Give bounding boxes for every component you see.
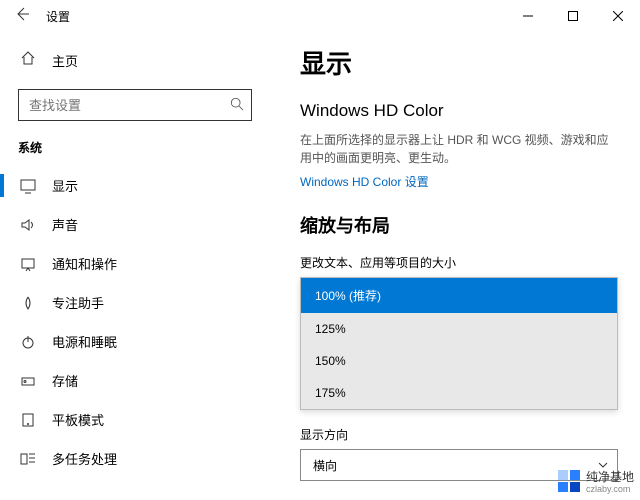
multitask-icon (20, 451, 36, 467)
back-icon[interactable] (14, 6, 30, 27)
sidebar-item-notifications[interactable]: 通知和操作 (0, 244, 270, 283)
sidebar-item-storage[interactable]: 存储 (0, 361, 270, 400)
scale-option-150[interactable]: 150% (301, 345, 617, 377)
power-icon (20, 334, 36, 350)
tablet-icon (20, 412, 36, 428)
scale-dropdown[interactable]: 100% (推荐) 125% 150% 175% (300, 277, 618, 410)
nav-label: 显示 (52, 176, 78, 195)
scale-option-175[interactable]: 175% (301, 377, 617, 409)
scale-option-125[interactable]: 125% (301, 313, 617, 345)
search-input[interactable] (18, 89, 252, 121)
watermark-logo-icon (558, 470, 580, 492)
hd-color-title: Windows HD Color (300, 101, 618, 121)
nav-label: 电源和睡眠 (52, 332, 117, 351)
scale-field-label: 更改文本、应用等项目的大小 (300, 254, 618, 271)
sidebar-item-focus[interactable]: 专注助手 (0, 283, 270, 322)
watermark-url: czlaby.com (586, 485, 634, 494)
scale-option-100[interactable]: 100% (推荐) (301, 278, 617, 313)
close-button[interactable] (595, 0, 640, 32)
watermark-name: 纯净基地 (586, 470, 634, 484)
home-label: 主页 (52, 51, 78, 70)
window-title: 设置 (46, 8, 70, 25)
nav-label: 专注助手 (52, 293, 104, 312)
focus-icon (20, 295, 36, 311)
minimize-button[interactable] (505, 0, 550, 32)
hd-color-description: 在上面所选择的显示器上让 HDR 和 WCG 视频、游戏和应用中的画面更明亮、更… (300, 131, 618, 167)
sidebar-item-multitask[interactable]: 多任务处理 (0, 439, 270, 478)
sidebar-item-display[interactable]: 显示 (0, 166, 270, 205)
home-icon (20, 50, 36, 71)
orientation-label: 显示方向 (300, 426, 618, 443)
nav-label: 声音 (52, 215, 78, 234)
storage-icon (20, 373, 36, 389)
sound-icon (20, 217, 36, 233)
orientation-value: 横向 (313, 457, 337, 474)
nav-label: 平板模式 (52, 410, 104, 429)
display-icon (20, 178, 36, 194)
scale-section-title: 缩放与布局 (300, 212, 618, 238)
nav-label: 通知和操作 (52, 254, 117, 273)
page-title: 显示 (300, 44, 618, 81)
nav-label: 多任务处理 (52, 449, 117, 468)
hd-color-link[interactable]: Windows HD Color 设置 (300, 173, 429, 190)
maximize-button[interactable] (550, 0, 595, 32)
nav-label: 存储 (52, 371, 78, 390)
search-icon (230, 97, 244, 116)
sidebar-item-power[interactable]: 电源和睡眠 (0, 322, 270, 361)
section-label: 系统 (0, 135, 270, 166)
sidebar-item-tablet[interactable]: 平板模式 (0, 400, 270, 439)
sidebar-item-sound[interactable]: 声音 (0, 205, 270, 244)
home-nav[interactable]: 主页 (0, 42, 270, 79)
watermark: 纯净基地 czlaby.com (558, 468, 634, 494)
notification-icon (20, 256, 36, 272)
